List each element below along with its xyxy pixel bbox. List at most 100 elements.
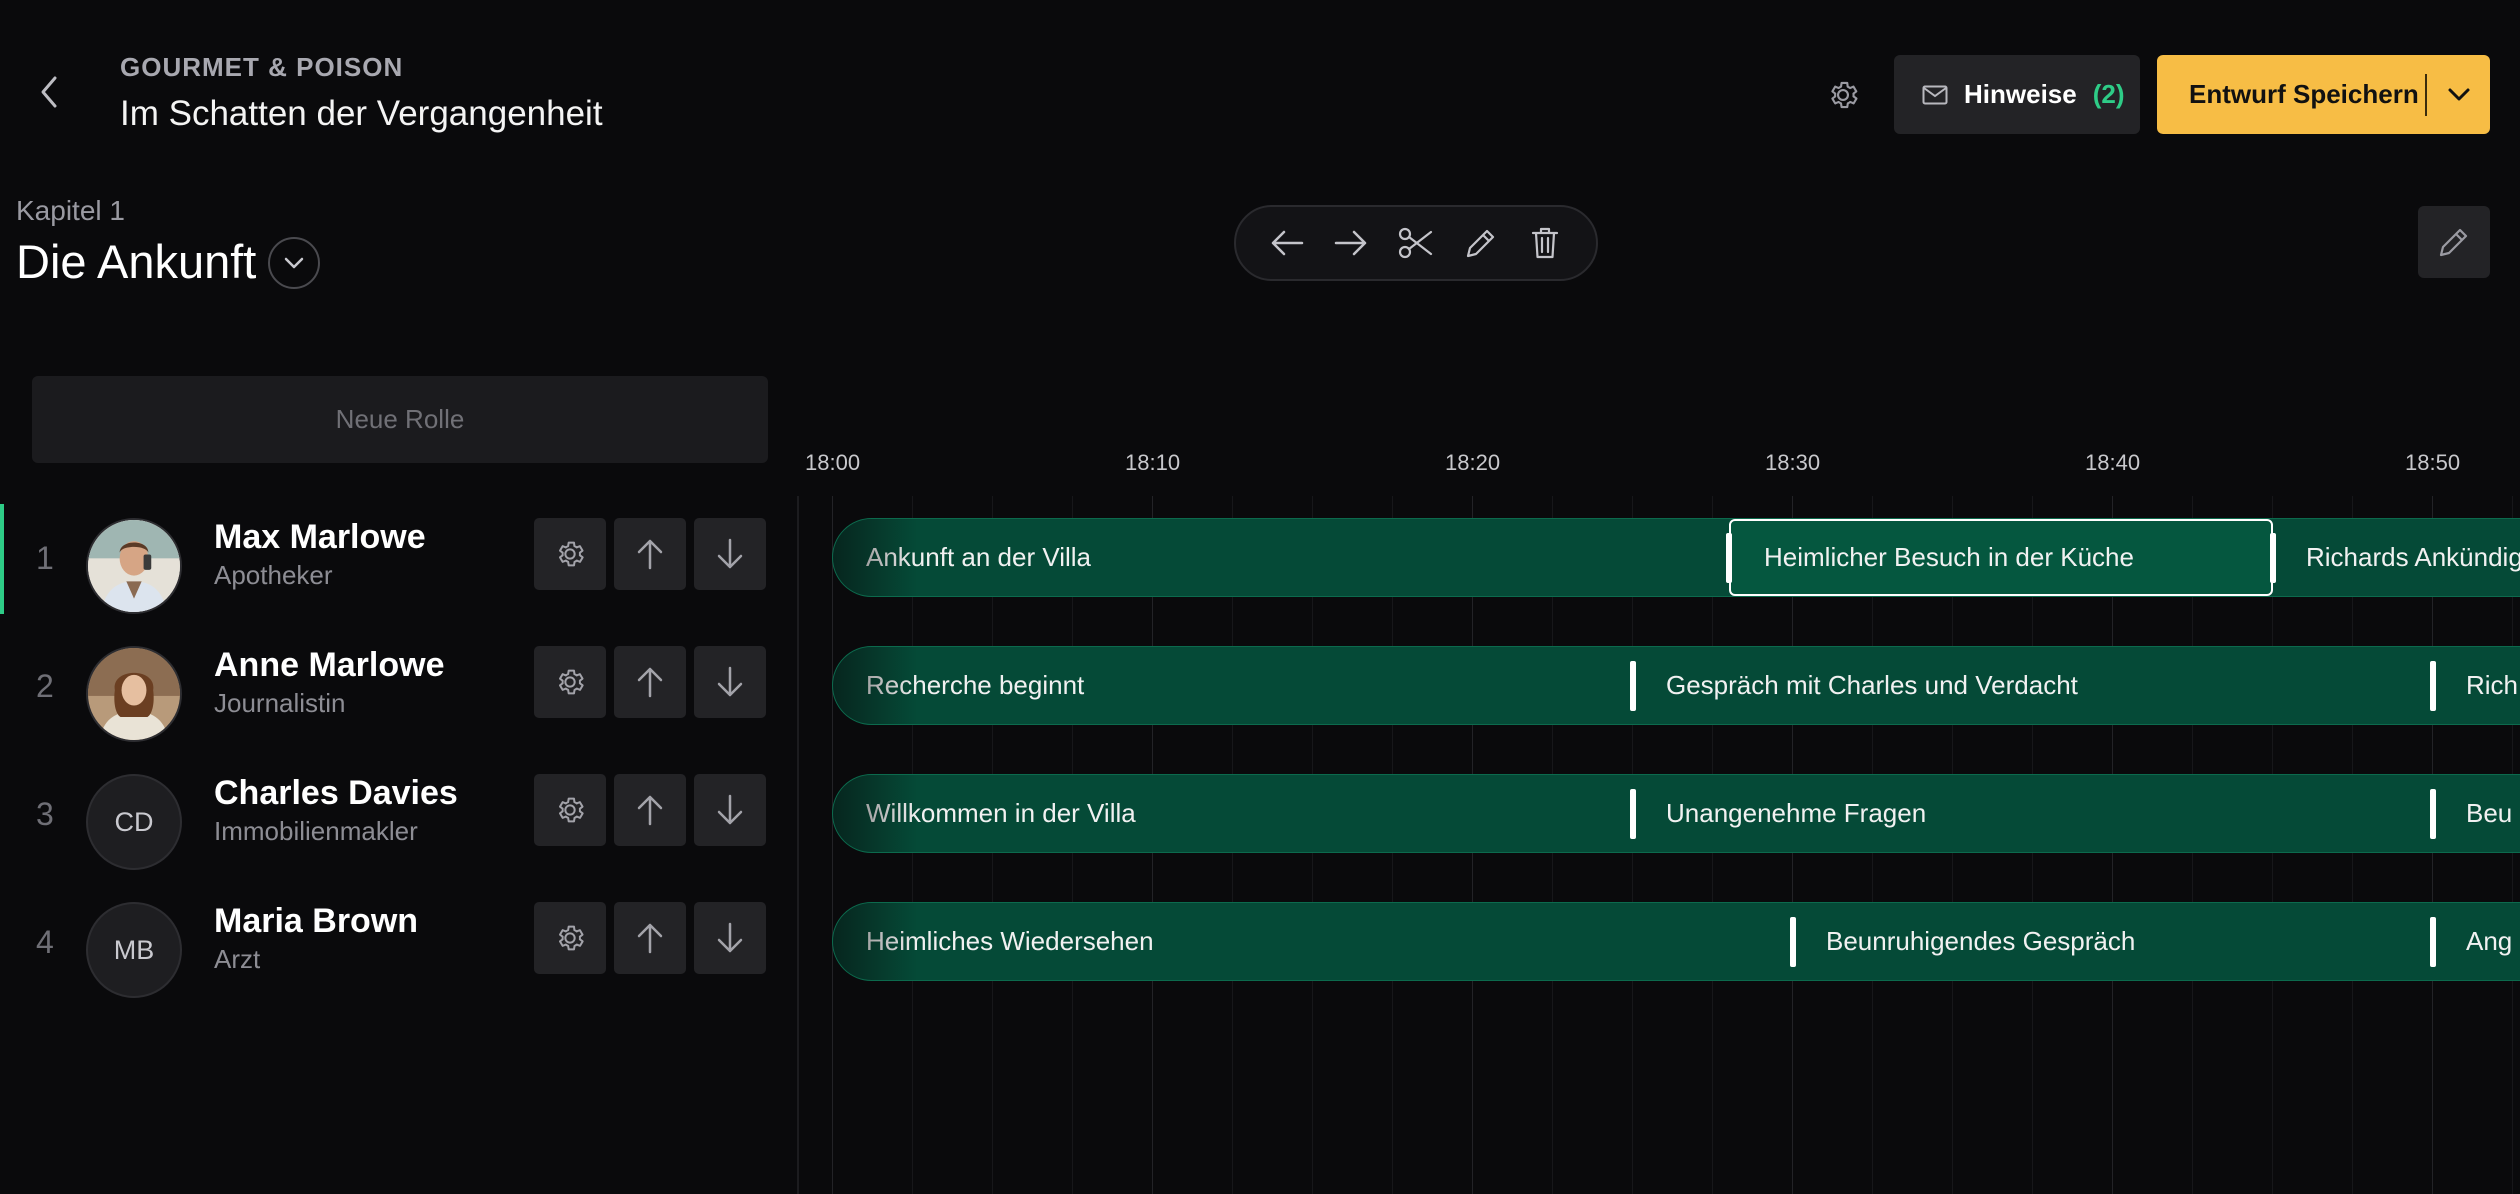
envelope-icon: [1922, 85, 1948, 104]
role-settings-button[interactable]: [534, 774, 606, 846]
role-settings-button[interactable]: [534, 646, 606, 718]
role-subtitle: Apotheker: [214, 560, 333, 590]
settings-button[interactable]: [1820, 72, 1866, 118]
timeline-segment[interactable]: Richards Ankündig: [2273, 519, 2520, 596]
chevron-left-icon: [41, 76, 57, 108]
role-row[interactable]: 1 Max Marlowe Apotheker: [0, 504, 780, 614]
avatar: [86, 646, 182, 742]
role-settings-button[interactable]: [534, 902, 606, 974]
timeline-segment[interactable]: Heimliches Wiedersehen: [833, 903, 1793, 980]
move-down-button[interactable]: [694, 646, 766, 718]
hints-count-badge: (2): [2092, 79, 2125, 109]
role-subtitle: Journalistin: [214, 688, 346, 718]
arrow-up-icon: [637, 923, 663, 954]
trash-icon: [1532, 227, 1559, 259]
panel-divider: [797, 496, 799, 1194]
segment-toolbar: [1234, 205, 1598, 281]
timeline-lane: Willkommen in der Villa Unangenehme Frag…: [832, 774, 2520, 853]
role-number: 1: [36, 540, 54, 576]
role-number: 2: [36, 668, 54, 704]
move-up-button[interactable]: [614, 902, 686, 974]
move-up-button[interactable]: [614, 518, 686, 590]
move-right-button[interactable]: [1325, 217, 1377, 269]
time-tick: 18:50: [2405, 450, 2461, 475]
hints-button[interactable]: Hinweise (2): [1894, 55, 2140, 134]
hints-label: Hinweise: [1964, 79, 2077, 109]
arrow-down-icon: [717, 922, 743, 953]
back-button[interactable]: [28, 70, 72, 114]
timeline-lane: Ankunft an der Villa Heimlicher Besuch i…: [832, 518, 2520, 597]
timeline-segment[interactable]: Ankunft an der Villa: [833, 519, 1729, 596]
arrow-up-icon: [637, 795, 663, 826]
save-draft-button[interactable]: Entwurf Speichern: [2157, 55, 2490, 134]
timeline-segment-selected[interactable]: Heimlicher Besuch in der Küche: [1729, 519, 2273, 596]
role-name: Anne Marlowe: [214, 646, 445, 684]
timeline-segment[interactable]: Ang: [2433, 903, 2520, 980]
avatar-initials: MB: [86, 902, 182, 998]
role-name: Max Marlowe: [214, 518, 426, 556]
timeline-lane: Recherche beginnt Gespräch mit Charles u…: [832, 646, 2520, 725]
pencil-icon: [2439, 228, 2468, 257]
role-subtitle: Arzt: [214, 944, 261, 974]
move-down-button[interactable]: [694, 902, 766, 974]
role-row[interactable]: 4 MB Maria Brown Arzt: [0, 888, 780, 998]
save-options-dropdown[interactable]: [2427, 87, 2490, 103]
gear-icon: [559, 669, 584, 695]
time-tick: 18:20: [1445, 450, 1501, 475]
move-down-button[interactable]: [694, 518, 766, 590]
role-number: 3: [36, 796, 54, 832]
chapter-title: Die Ankunft: [16, 235, 257, 288]
new-role-button[interactable]: Neue Rolle: [32, 376, 768, 463]
arrow-left-icon: [1271, 230, 1303, 256]
role-row[interactable]: 2 Anne Marlowe Journalistin: [0, 632, 780, 742]
pencil-icon: [1466, 229, 1494, 258]
gear-icon: [559, 797, 584, 823]
gear-icon: [1831, 81, 1858, 109]
avatar-photo: [88, 520, 180, 612]
move-left-button[interactable]: [1261, 217, 1313, 269]
timeline-segment[interactable]: Beu: [2433, 775, 2520, 852]
time-tick: 18:40: [2085, 450, 2141, 475]
avatar-initials: CD: [86, 774, 182, 870]
time-tick: 18:00: [805, 450, 861, 475]
timeline: 18:00 18:10 18:20 18:30 18:40 18:50 Anku…: [800, 440, 2520, 1194]
timeline-lane: Heimliches Wiedersehen Beunruhigendes Ge…: [832, 902, 2520, 981]
scissors-icon: [1398, 227, 1433, 259]
gear-icon: [559, 541, 584, 567]
split-button[interactable]: [1390, 217, 1442, 269]
timeline-segment[interactable]: Gespräch mit Charles und Verdacht: [1633, 647, 2433, 724]
timeline-segment[interactable]: Unangenehme Fragen: [1633, 775, 2433, 852]
arrow-down-icon: [717, 794, 743, 825]
timeline-segment[interactable]: Beunruhigendes Gespräch: [1793, 903, 2433, 980]
timeline-segment[interactable]: Recherche beginnt: [833, 647, 1633, 724]
timeline-segment[interactable]: Rich: [2433, 647, 2520, 724]
delete-segment-button[interactable]: [1519, 217, 1571, 269]
role-subtitle: Immobilienmakler: [214, 816, 418, 846]
role-row[interactable]: 3 CD Charles Davies Immobilienmakler: [0, 760, 780, 870]
arrow-down-icon: [717, 666, 743, 697]
avatar-photo: [88, 648, 180, 740]
timeline-segment[interactable]: Willkommen in der Villa: [833, 775, 1633, 852]
chapter-select-button[interactable]: [268, 237, 320, 289]
chapter-kicker: Kapitel 1: [16, 195, 125, 226]
move-down-button[interactable]: [694, 774, 766, 846]
gear-icon: [559, 925, 584, 951]
chevron-down-icon: [284, 257, 304, 269]
move-up-button[interactable]: [614, 646, 686, 718]
save-draft-label: Entwurf Speichern: [2189, 79, 2419, 109]
role-name: Maria Brown: [214, 902, 419, 940]
arrow-up-icon: [637, 539, 663, 570]
segment-resize-handle[interactable]: [1726, 533, 1732, 583]
role-settings-button[interactable]: [534, 518, 606, 590]
story-title: Im Schatten der Vergangenheit: [120, 94, 603, 133]
avatar: [86, 518, 182, 614]
arrow-right-icon: [1335, 230, 1367, 256]
time-tick: 18:10: [1125, 450, 1181, 475]
arrow-up-icon: [637, 667, 663, 698]
app-brand: GOURMET & POISON: [120, 52, 404, 82]
edit-segment-button[interactable]: [1455, 217, 1507, 269]
role-number: 4: [36, 924, 54, 960]
arrow-down-icon: [717, 538, 743, 569]
move-up-button[interactable]: [614, 774, 686, 846]
edit-chapter-button[interactable]: [2418, 206, 2490, 278]
